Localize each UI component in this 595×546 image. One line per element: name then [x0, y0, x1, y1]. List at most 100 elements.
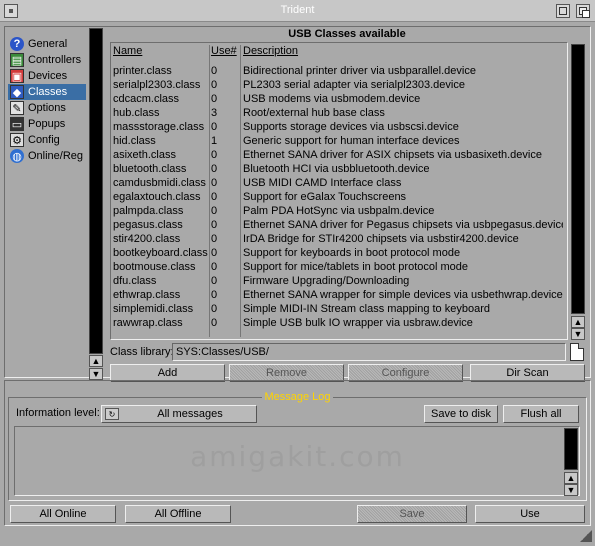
cell-name: printer.class	[113, 65, 172, 77]
classes-list-scrollbar[interactable]	[571, 44, 585, 314]
column-header-description[interactable]: Description	[243, 45, 563, 59]
sidebar-item-online-reg[interactable]: ◍ Online/Reg	[8, 148, 86, 164]
cell-use: 0	[211, 219, 218, 231]
cell-description: Generic support for human interface devi…	[243, 135, 460, 147]
watermark: amigakit.com	[190, 440, 405, 473]
cell-name: bootmouse.class	[113, 261, 196, 273]
sidebar-item-label: Online/Reg	[28, 150, 84, 162]
table-row[interactable]: palmpda.class 0 Palm PDA HotSync via usbpa…	[111, 205, 567, 219]
table-row[interactable]: dfu.class 0 Firmware Upgrading/Downloading	[111, 275, 567, 289]
depth-gadget-icon[interactable]	[576, 4, 590, 18]
sidebar-item-devices[interactable]: ▣ Devices	[8, 68, 86, 84]
cell-name: rawwrap.class	[113, 317, 183, 329]
scroll-down-icon[interactable]: ▼	[89, 368, 103, 380]
cell-description: Supports storage devices via usbscsi.dev…	[243, 121, 459, 133]
cell-use: 1	[211, 135, 218, 147]
cell-use: 0	[211, 93, 218, 105]
cell-description: Bluetooth HCI via usbbluetooth.device	[243, 163, 430, 175]
cell-name: palmpda.class	[113, 205, 184, 217]
cycle-icon: ↻	[105, 408, 119, 420]
cell-name: massstorage.class	[113, 121, 205, 133]
scroll-up-icon[interactable]: ▲	[571, 316, 585, 328]
table-row[interactable]: pegasus.class 0 Ethernet SANA driver for P…	[111, 219, 567, 233]
title-bar: Trident	[0, 0, 595, 22]
cell-use: 0	[211, 121, 218, 133]
flush-all-button[interactable]: Flush all	[503, 405, 579, 423]
cell-use: 0	[211, 247, 218, 259]
sidebar-item-popups[interactable]: ▭ Popups	[8, 116, 86, 132]
zoom-gadget-icon[interactable]	[556, 4, 570, 18]
popup-icon: ▭	[10, 117, 24, 131]
sidebar-item-config[interactable]: ⚙ Config	[8, 132, 86, 148]
sidebar-item-label: General	[28, 38, 68, 50]
table-row[interactable]: massstorage.class 0 Supports storage devic…	[111, 121, 567, 135]
panel-title: USB Classes available	[288, 28, 406, 40]
scroll-up-icon[interactable]: ▲	[89, 355, 103, 367]
cell-name: bootkeyboard.class	[113, 247, 208, 259]
sidebar-scrollbar[interactable]	[89, 28, 103, 354]
log-scrollbar[interactable]	[564, 428, 578, 470]
scroll-down-icon[interactable]: ▼	[564, 484, 578, 496]
column-header-use[interactable]: Use#	[211, 45, 241, 59]
table-row[interactable]: asixeth.class 0 Ethernet SANA driver for A…	[111, 149, 567, 163]
save-button[interactable]: Save	[357, 505, 467, 523]
table-row[interactable]: egalaxtouch.class 0 Support for eGalax Tou…	[111, 191, 567, 205]
sidebar-item-classes[interactable]: ◆ Classes	[8, 84, 86, 100]
table-row[interactable]: cdcacm.class 0 USB modems via usbmodem.dev…	[111, 93, 567, 107]
column-header-name[interactable]: Name	[113, 45, 211, 59]
table-row[interactable]: ethwrap.class 0 Ethernet SANA wrapper for …	[111, 289, 567, 303]
cell-use: 0	[211, 163, 218, 175]
cell-description: IrDA Bridge for STIr4200 chipsets via us…	[243, 233, 519, 245]
resize-gadget-icon[interactable]	[580, 530, 592, 542]
cell-description: Bidirectional printer driver via usbpara…	[243, 65, 476, 77]
sidebar-item-controllers[interactable]: ▤ Controllers	[8, 52, 86, 68]
cell-use: 0	[211, 275, 218, 287]
cell-use: 0	[211, 233, 218, 245]
table-row[interactable]: printer.class 0 Bidirectional printer driv…	[111, 65, 567, 79]
controller-icon: ▤	[10, 53, 24, 67]
cell-description: Support for keyboards in boot protocol m…	[243, 247, 461, 259]
table-row[interactable]: stir4200.class 0 IrDA Bridge for STIr4200 …	[111, 233, 567, 247]
sidebar-item-label: Classes	[28, 86, 68, 98]
file-requester-icon[interactable]	[570, 343, 584, 361]
sidebar-item-general[interactable]: ? General	[8, 36, 86, 52]
all-online-button[interactable]: All Online	[10, 505, 116, 523]
cell-description: USB MIDI CAMD Interface class	[243, 177, 402, 189]
table-row[interactable]: rawwrap.class 0 Simple USB bulk IO wrapper…	[111, 317, 567, 331]
table-row[interactable]: bluetooth.class 0 Bluetooth HCI via usbblu…	[111, 163, 567, 177]
cell-name: cdcacm.class	[113, 93, 180, 105]
cell-use: 0	[211, 261, 218, 273]
cell-name: egalaxtouch.class	[113, 191, 201, 203]
cell-description: Ethernet SANA driver for Pegasus chipset…	[243, 219, 563, 231]
classes-list[interactable]: Name Use# Description printer.class 0 Bidi…	[110, 42, 568, 340]
table-row[interactable]: bootkeyboard.class 0 Support for keyboards…	[111, 247, 567, 261]
cell-name: bluetooth.class	[113, 163, 187, 175]
cube-icon: ◆	[10, 85, 24, 99]
sidebar-item-label: Controllers	[28, 54, 82, 66]
cell-use: 0	[211, 65, 218, 77]
table-row[interactable]: camdusbmidi.class 0 USB MIDI CAMD Interfac…	[111, 177, 567, 191]
table-row[interactable]: hid.class 1 Generic support for human inte…	[111, 135, 567, 149]
scroll-down-icon[interactable]: ▼	[571, 328, 585, 340]
table-row[interactable]: simplemidi.class 0 Simple MIDI-IN Stream c…	[111, 303, 567, 317]
use-button[interactable]: Use	[475, 505, 585, 523]
sidebar-item-label: Config	[28, 134, 60, 146]
table-row[interactable]: hub.class 3 Root/external hub base class	[111, 107, 567, 121]
all-offline-button[interactable]: All Offline	[125, 505, 231, 523]
table-row[interactable]: serialpl2303.class 0 PL2303 serial adapter…	[111, 79, 567, 93]
cell-description: Support for mice/tablets in boot protoco…	[243, 261, 469, 273]
cell-description: Firmware Upgrading/Downloading	[243, 275, 410, 287]
scroll-up-icon[interactable]: ▲	[564, 472, 578, 484]
information-level-cycle[interactable]: ↻ All messages	[101, 405, 257, 423]
save-to-disk-button[interactable]: Save to disk	[424, 405, 498, 423]
cell-use: 0	[211, 177, 218, 189]
cell-use: 0	[211, 303, 218, 315]
help-icon: ?	[10, 37, 24, 51]
class-library-input[interactable]: SYS:Classes/USB/	[172, 343, 566, 361]
cell-name: dfu.class	[113, 275, 157, 287]
cell-name: hub.class	[113, 107, 160, 119]
sidebar-item-options[interactable]: ✎ Options	[8, 100, 86, 116]
cell-name: serialpl2303.class	[113, 79, 201, 91]
table-row[interactable]: bootmouse.class 0 Support for mice/tablets…	[111, 261, 567, 275]
cell-name: hid.class	[113, 135, 156, 147]
